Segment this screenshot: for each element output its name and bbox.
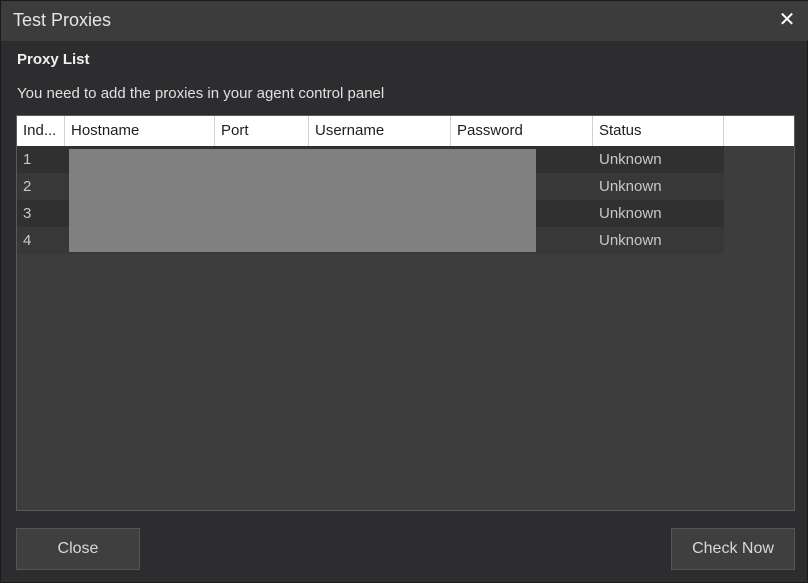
column-header-password[interactable]: Password: [451, 116, 593, 146]
redacted-block: [69, 149, 536, 252]
row-index: 3: [23, 205, 32, 222]
proxy-table[interactable]: Ind... Hostname Port Username Password S…: [16, 115, 795, 511]
info-text: You need to add the proxies in your agen…: [17, 85, 385, 102]
column-header-username[interactable]: Username: [309, 116, 451, 146]
check-now-button[interactable]: Check Now: [671, 528, 795, 570]
row-status: Unknown: [599, 232, 662, 249]
column-header-status[interactable]: Status: [593, 116, 724, 146]
row-status: Unknown: [599, 205, 662, 222]
column-header-index[interactable]: Ind...: [17, 116, 65, 146]
close-icon[interactable]: ✕: [777, 9, 797, 31]
close-button[interactable]: Close: [16, 528, 140, 570]
table-header-filler: [724, 116, 794, 146]
dialog-title: Test Proxies: [13, 10, 112, 30]
section-title: Proxy List: [17, 51, 90, 68]
column-header-port[interactable]: Port: [215, 116, 309, 146]
table-header: Ind... Hostname Port Username Password S…: [17, 116, 724, 146]
title-bar: Test Proxies ✕: [1, 1, 808, 41]
row-index: 1: [23, 151, 32, 168]
column-header-hostname[interactable]: Hostname: [65, 116, 215, 146]
test-proxies-dialog: Test Proxies ✕ Proxy List You need to ad…: [0, 0, 808, 583]
row-status: Unknown: [599, 151, 662, 168]
row-status: Unknown: [599, 178, 662, 195]
row-index: 2: [23, 178, 32, 195]
row-index: 4: [23, 232, 32, 249]
